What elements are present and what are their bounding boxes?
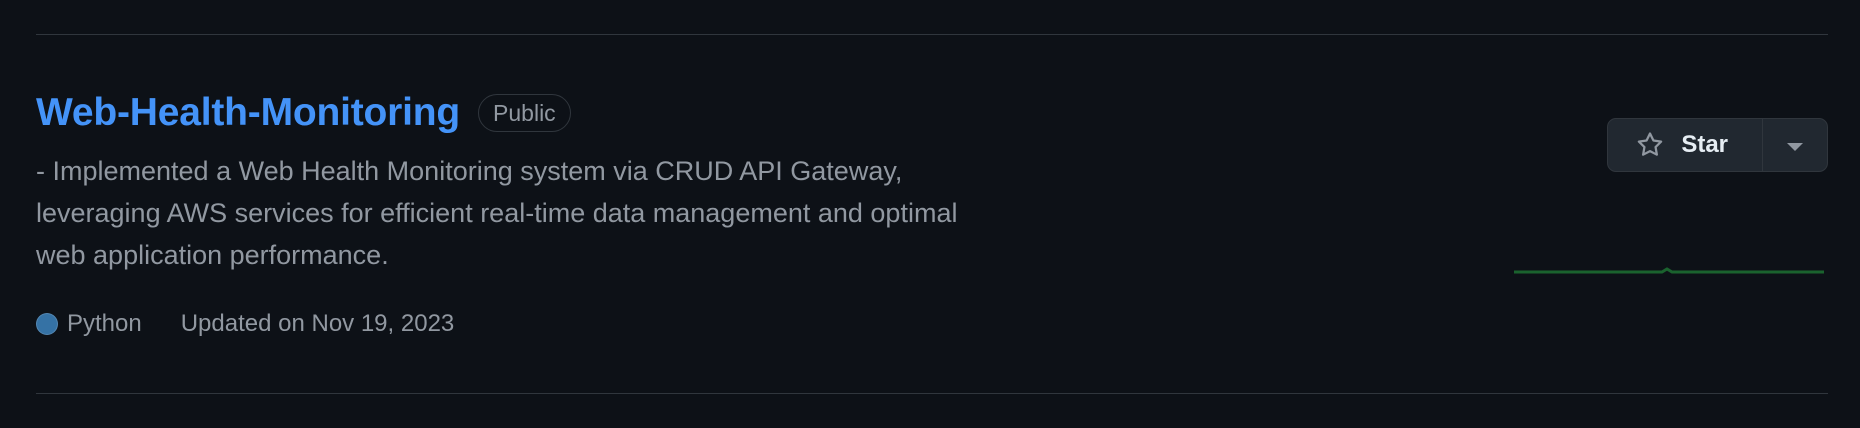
star-button[interactable]: Star — [1608, 119, 1763, 171]
star-icon — [1635, 130, 1665, 160]
star-button-label: Star — [1681, 131, 1728, 158]
repo-updated-time: Updated on Nov 19, 2023 — [180, 310, 455, 337]
repo-name-link[interactable]: Web-Health-Monitoring — [36, 88, 460, 138]
language-color-dot — [36, 313, 58, 335]
top-divider — [36, 34, 1828, 35]
repo-title-line: Web-Health-Monitoring Public — [36, 88, 571, 138]
star-button-group: Star — [1607, 118, 1828, 172]
repo-meta: Python Updated on Nov 19, 2023 — [36, 310, 454, 338]
repo-list-item: Web-Health-Monitoring Public - Implement… — [36, 88, 1828, 368]
visibility-badge: Public — [478, 94, 571, 132]
repo-description: - Implemented a Web Health Monitoring sy… — [36, 156, 958, 270]
activity-sparkline — [1514, 267, 1824, 274]
repo-language: Python — [67, 310, 142, 337]
star-lists-dropdown-button[interactable] — [1763, 119, 1827, 171]
activity-sparkline-line — [1514, 267, 1824, 274]
triangle-down-icon — [1787, 143, 1803, 151]
bottom-divider — [36, 393, 1828, 394]
